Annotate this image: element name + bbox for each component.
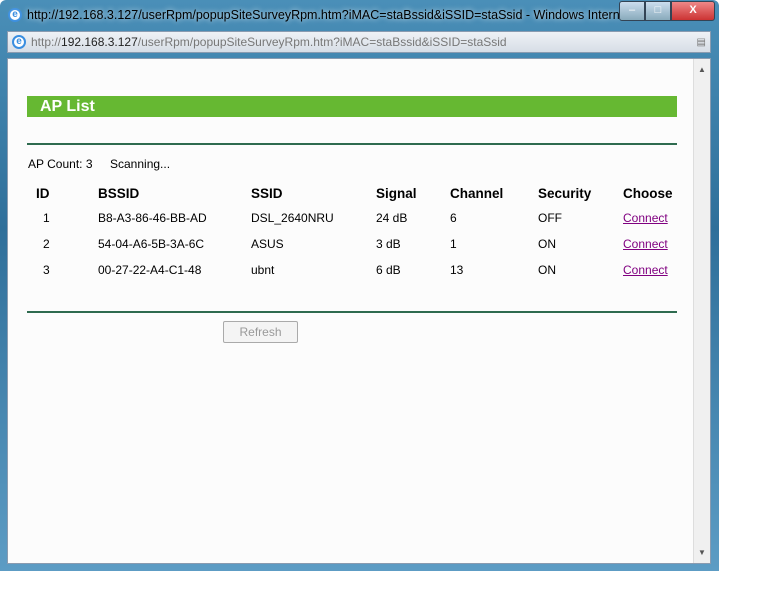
ap-count: AP Count: 3 [28,157,93,171]
cell-security: ON [538,263,556,277]
page-content: AP List AP Count: 3 Scanning... ID BSSID… [7,58,711,564]
table-row: 1 B8-A3-86-46-BB-AD DSL_2640NRU 24 dB 6 … [29,205,673,231]
divider [27,311,677,313]
col-security: Security [538,185,592,201]
cell-channel: 1 [450,237,457,251]
maximize-button[interactable]: □ [645,1,671,21]
scroll-up-icon[interactable]: ▲ [698,65,706,74]
page-title: AP List [27,96,677,117]
close-button[interactable]: X [671,1,715,21]
col-channel: Channel [450,185,504,201]
cell-bssid: 54-04-A6-5B-3A-6C [98,237,205,251]
divider [27,143,677,145]
col-id: ID [36,185,50,201]
scan-status: Scanning... [110,157,171,171]
cell-signal: 24 dB [376,211,408,225]
connect-link[interactable]: Connect [623,211,668,225]
cell-signal: 3 dB [376,237,401,251]
address-text: http://192.168.3.127/userRpm/popupSiteSu… [31,35,507,49]
cell-id: 3 [43,263,50,277]
cell-bssid: 00-27-22-A4-C1-48 [98,263,202,277]
col-bssid: BSSID [98,185,140,201]
cell-signal: 6 dB [376,263,401,277]
cell-id: 2 [43,237,50,251]
cell-security: OFF [538,211,562,225]
address-path: /userRpm/popupSiteSurveyRpm.htm?iMAC=sta… [137,35,507,49]
cell-ssid: ubnt [251,263,275,277]
refresh-button[interactable]: Refresh [223,321,298,343]
col-choose: Choose [623,185,673,201]
vertical-scrollbar[interactable]: ▲ ▼ [693,59,710,563]
ap-table: ID BSSID SSID Signal Channel Security Ch… [29,181,673,283]
table-row: 2 54-04-A6-5B-3A-6C ASUS 3 dB 1 ON Conne… [29,231,673,257]
cell-channel: 13 [450,263,464,277]
scroll-down-icon[interactable]: ▼ [698,548,706,557]
address-prefix: http:// [31,35,62,49]
connect-link[interactable]: Connect [623,237,668,251]
title-bar: e http://192.168.3.127/userRpm/popupSite… [8,5,630,25]
window-title: http://192.168.3.127/userRpm/popupSiteSu… [27,8,631,22]
ie-icon: e [12,35,26,49]
cell-id: 1 [43,211,50,225]
browser-window: e http://192.168.3.127/userRpm/popupSite… [0,0,719,571]
cell-ssid: ASUS [251,237,284,251]
minimize-button[interactable]: – [619,1,645,21]
page-icon: ▤ [696,36,706,48]
col-ssid: SSID [251,185,283,201]
ie-icon: e [8,8,22,22]
cell-bssid: B8-A3-86-46-BB-AD [98,211,207,225]
cell-ssid: DSL_2640NRU [251,211,334,225]
cell-channel: 6 [450,211,457,225]
connect-link[interactable]: Connect [623,263,668,277]
cell-security: ON [538,237,556,251]
address-host: 192.168.3.127 [61,35,138,49]
address-bar[interactable]: e http://192.168.3.127/userRpm/popupSite… [7,31,711,53]
col-signal: Signal [376,185,417,201]
table-header: ID BSSID SSID Signal Channel Security Ch… [29,181,673,205]
table-row: 3 00-27-22-A4-C1-48 ubnt 6 dB 13 ON Conn… [29,257,673,283]
